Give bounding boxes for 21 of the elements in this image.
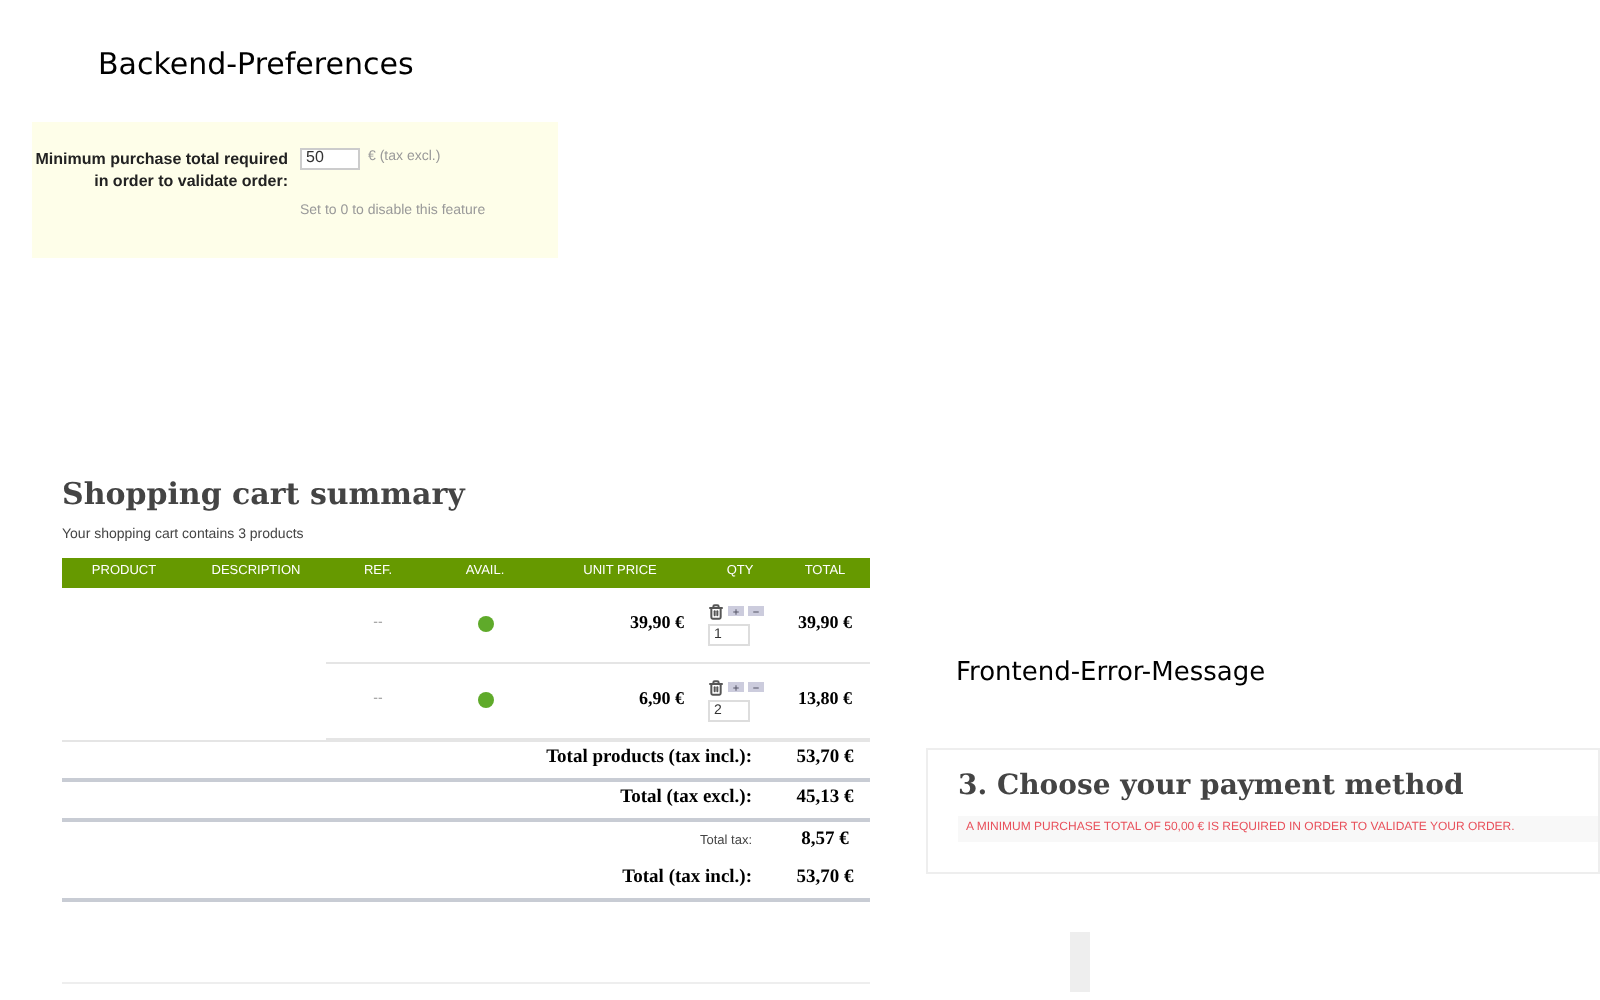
total-value: 45,13 € [794, 786, 856, 813]
total-value: 8,57 € [799, 828, 851, 855]
setting-label: Minimum purchase total required in order to validate order: [33, 147, 288, 193]
decrease-button[interactable] [748, 682, 764, 692]
total-label: Total products (tax incl.): [544, 746, 754, 773]
section-title: Frontend-Error-Message [956, 656, 1268, 692]
cart-title: Shopping cart summary [62, 473, 468, 515]
payment-heading: 3. Choose your payment method [958, 767, 1466, 805]
total-value: 53,70 € [794, 866, 856, 893]
section-title: Backend-Preferences [98, 44, 416, 86]
minimum-total-input[interactable]: 50 [300, 147, 360, 169]
unit-price: 6,90 € [637, 686, 686, 713]
total-label: Total (tax incl.): [620, 866, 754, 893]
trash-icon[interactable] [708, 679, 724, 695]
row-total: 13,80 € [796, 686, 854, 713]
trash-icon[interactable] [708, 603, 724, 619]
total-value: 53,70 € [794, 746, 856, 773]
unit-price: 39,90 € [628, 610, 686, 637]
row-total: 39,90 € [796, 610, 854, 637]
decrease-button[interactable] [748, 606, 764, 616]
total-label: Total (tax excl.): [618, 786, 754, 813]
